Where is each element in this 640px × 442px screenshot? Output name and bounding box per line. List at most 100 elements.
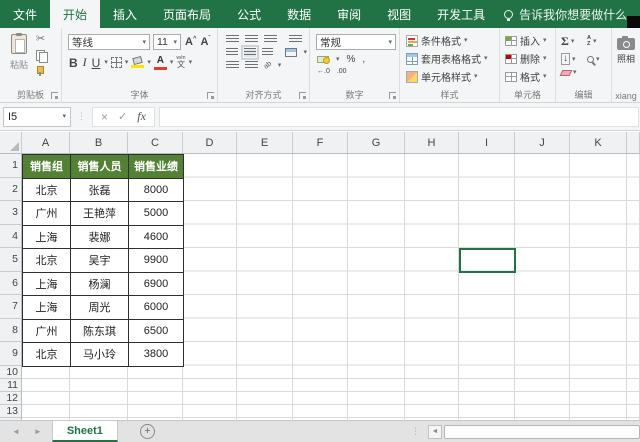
chevron-down-icon[interactable]: ▾ <box>303 49 307 56</box>
decrease-decimal-button[interactable]: .00 <box>337 68 347 75</box>
col-header-e[interactable]: E <box>237 132 293 153</box>
phonetic-guide-button[interactable]: wén 文 <box>176 56 185 69</box>
tab-data[interactable]: 数据 <box>274 0 324 28</box>
merge-center-icon[interactable] <box>285 48 298 57</box>
cell[interactable]: 周光 <box>70 295 129 320</box>
format-as-table-button[interactable]: 套用表格格式 ▾ <box>406 51 497 66</box>
bold-button[interactable]: B <box>68 56 79 70</box>
header-sales-performance[interactable]: 销售业绩 <box>128 154 184 179</box>
find-select-button[interactable]: ▾ <box>587 53 613 65</box>
increase-decimal-button[interactable]: ←.0 <box>317 68 330 75</box>
tab-formulas[interactable]: 公式 <box>224 0 274 28</box>
insert-cells-button[interactable]: 插入 ▾ <box>505 33 553 48</box>
cell[interactable]: 6000 <box>128 295 184 320</box>
sheet-nav-next-icon[interactable]: ► <box>34 427 42 436</box>
copy-icon[interactable] <box>36 50 48 63</box>
tab-view[interactable]: 视图 <box>374 0 424 28</box>
align-middle-icon[interactable] <box>245 35 258 44</box>
tab-insert[interactable]: 插入 <box>100 0 150 28</box>
cell[interactable]: 裴娜 <box>70 224 129 249</box>
col-header-j[interactable]: J <box>515 132 570 153</box>
row-header[interactable]: 5 <box>0 248 21 272</box>
comma-style-button[interactable]: , <box>362 54 365 65</box>
orientation-icon[interactable]: ab <box>263 60 273 70</box>
hscroll-left-icon[interactable]: ◄ <box>428 424 442 439</box>
row-header[interactable]: 6 <box>0 272 21 295</box>
cell[interactable]: 上海 <box>22 271 71 296</box>
hscroll-thumb[interactable] <box>444 424 640 439</box>
sheet-nav-prev-icon[interactable]: ◄ <box>12 427 20 436</box>
tab-review[interactable]: 审阅 <box>324 0 374 28</box>
font-name-select[interactable]: 等线 ▾ <box>68 34 150 50</box>
enter-icon[interactable]: ✓ <box>118 110 127 123</box>
row-header[interactable]: 8 <box>0 319 21 342</box>
alignment-dialog-launcher[interactable] <box>299 92 306 99</box>
format-painter-icon[interactable] <box>36 66 46 76</box>
active-cell-I5[interactable] <box>459 248 516 273</box>
header-sales-group[interactable]: 销售组 <box>22 154 71 179</box>
row-header[interactable]: 2 <box>0 178 21 201</box>
borders-icon[interactable] <box>110 57 122 68</box>
fill-color-button[interactable] <box>131 55 145 68</box>
row-header[interactable]: 3 <box>0 201 21 225</box>
font-color-button[interactable]: A <box>153 55 167 70</box>
tab-home[interactable]: 开始 <box>50 0 101 28</box>
decrease-indent-icon[interactable] <box>226 61 239 70</box>
wrap-text-icon[interactable] <box>289 35 302 44</box>
cut-icon[interactable]: ✂ <box>36 34 47 45</box>
align-left-icon[interactable] <box>226 48 238 57</box>
sheet-tab-sheet1[interactable]: Sheet1 <box>51 421 118 442</box>
align-center-icon[interactable] <box>240 45 259 60</box>
formula-input[interactable] <box>158 106 639 127</box>
chevron-down-icon[interactable]: ▾ <box>125 59 129 66</box>
clipboard-dialog-launcher[interactable] <box>51 92 58 99</box>
chevron-down-icon[interactable]: ▾ <box>336 56 340 63</box>
col-header-f[interactable]: F <box>293 132 348 153</box>
tell-me-box[interactable]: 告诉我你想要做什么 <box>504 0 627 28</box>
row-header[interactable]: 10 <box>0 366 21 379</box>
cell[interactable]: 上海 <box>22 295 71 320</box>
col-header-k[interactable]: K <box>570 132 627 153</box>
delete-cells-button[interactable]: 删除 ▾ <box>505 51 553 66</box>
align-right-icon[interactable] <box>261 48 274 57</box>
font-dialog-launcher[interactable] <box>207 92 214 99</box>
col-header-l-partial[interactable] <box>627 132 640 153</box>
cell[interactable]: 杨澜 <box>70 271 129 296</box>
col-header-d[interactable]: D <box>183 132 237 153</box>
cell[interactable]: 广州 <box>22 201 71 226</box>
camera-button[interactable]: 照相 <box>614 36 638 65</box>
font-size-select[interactable]: 11 ▾ <box>153 34 181 50</box>
number-dialog-launcher[interactable] <box>389 92 396 99</box>
conditional-formatting-button[interactable]: 条件格式 ▾ <box>406 33 497 48</box>
chevron-down-icon[interactable]: ▾ <box>147 59 151 66</box>
chevron-down-icon[interactable]: ▾ <box>189 59 193 66</box>
shrink-font-button[interactable]: Aˇ <box>200 36 210 48</box>
col-header-c[interactable]: C <box>128 132 183 153</box>
row-header[interactable]: 1 <box>0 154 21 178</box>
tab-scroll-splitter[interactable]: ⋮ <box>411 426 420 437</box>
col-header-b[interactable]: B <box>70 132 128 153</box>
row-header[interactable]: 4 <box>0 225 21 248</box>
cell[interactable]: 6900 <box>128 271 184 296</box>
cell[interactable]: 5000 <box>128 201 184 226</box>
cell[interactable]: 6500 <box>128 318 184 343</box>
row-header[interactable]: 13 <box>0 405 21 418</box>
tab-developer[interactable]: 开发工具 <box>424 0 498 28</box>
cell[interactable]: 9900 <box>128 248 184 273</box>
cell[interactable]: 4600 <box>128 224 184 249</box>
col-header-i[interactable]: I <box>459 132 515 153</box>
col-header-a[interactable]: A <box>22 132 70 153</box>
align-bottom-icon[interactable] <box>264 35 277 44</box>
increase-indent-icon[interactable] <box>245 61 258 70</box>
horizontal-scrollbar[interactable] <box>444 424 640 439</box>
chevron-down-icon[interactable]: ▾ <box>170 59 174 66</box>
add-sheet-button[interactable]: + <box>139 424 155 439</box>
name-box[interactable]: I5 ▾ <box>3 106 71 127</box>
cell[interactable]: 3800 <box>128 342 184 367</box>
sort-filter-button[interactable]: AZ ▾ <box>587 34 613 49</box>
tab-page-layout[interactable]: 页面布局 <box>150 0 224 28</box>
cell[interactable]: 吴宇 <box>70 248 129 273</box>
chevron-down-icon[interactable]: ▾ <box>278 62 282 69</box>
cell[interactable]: 王艳萍 <box>70 201 129 226</box>
cell[interactable]: 上海 <box>22 224 71 249</box>
